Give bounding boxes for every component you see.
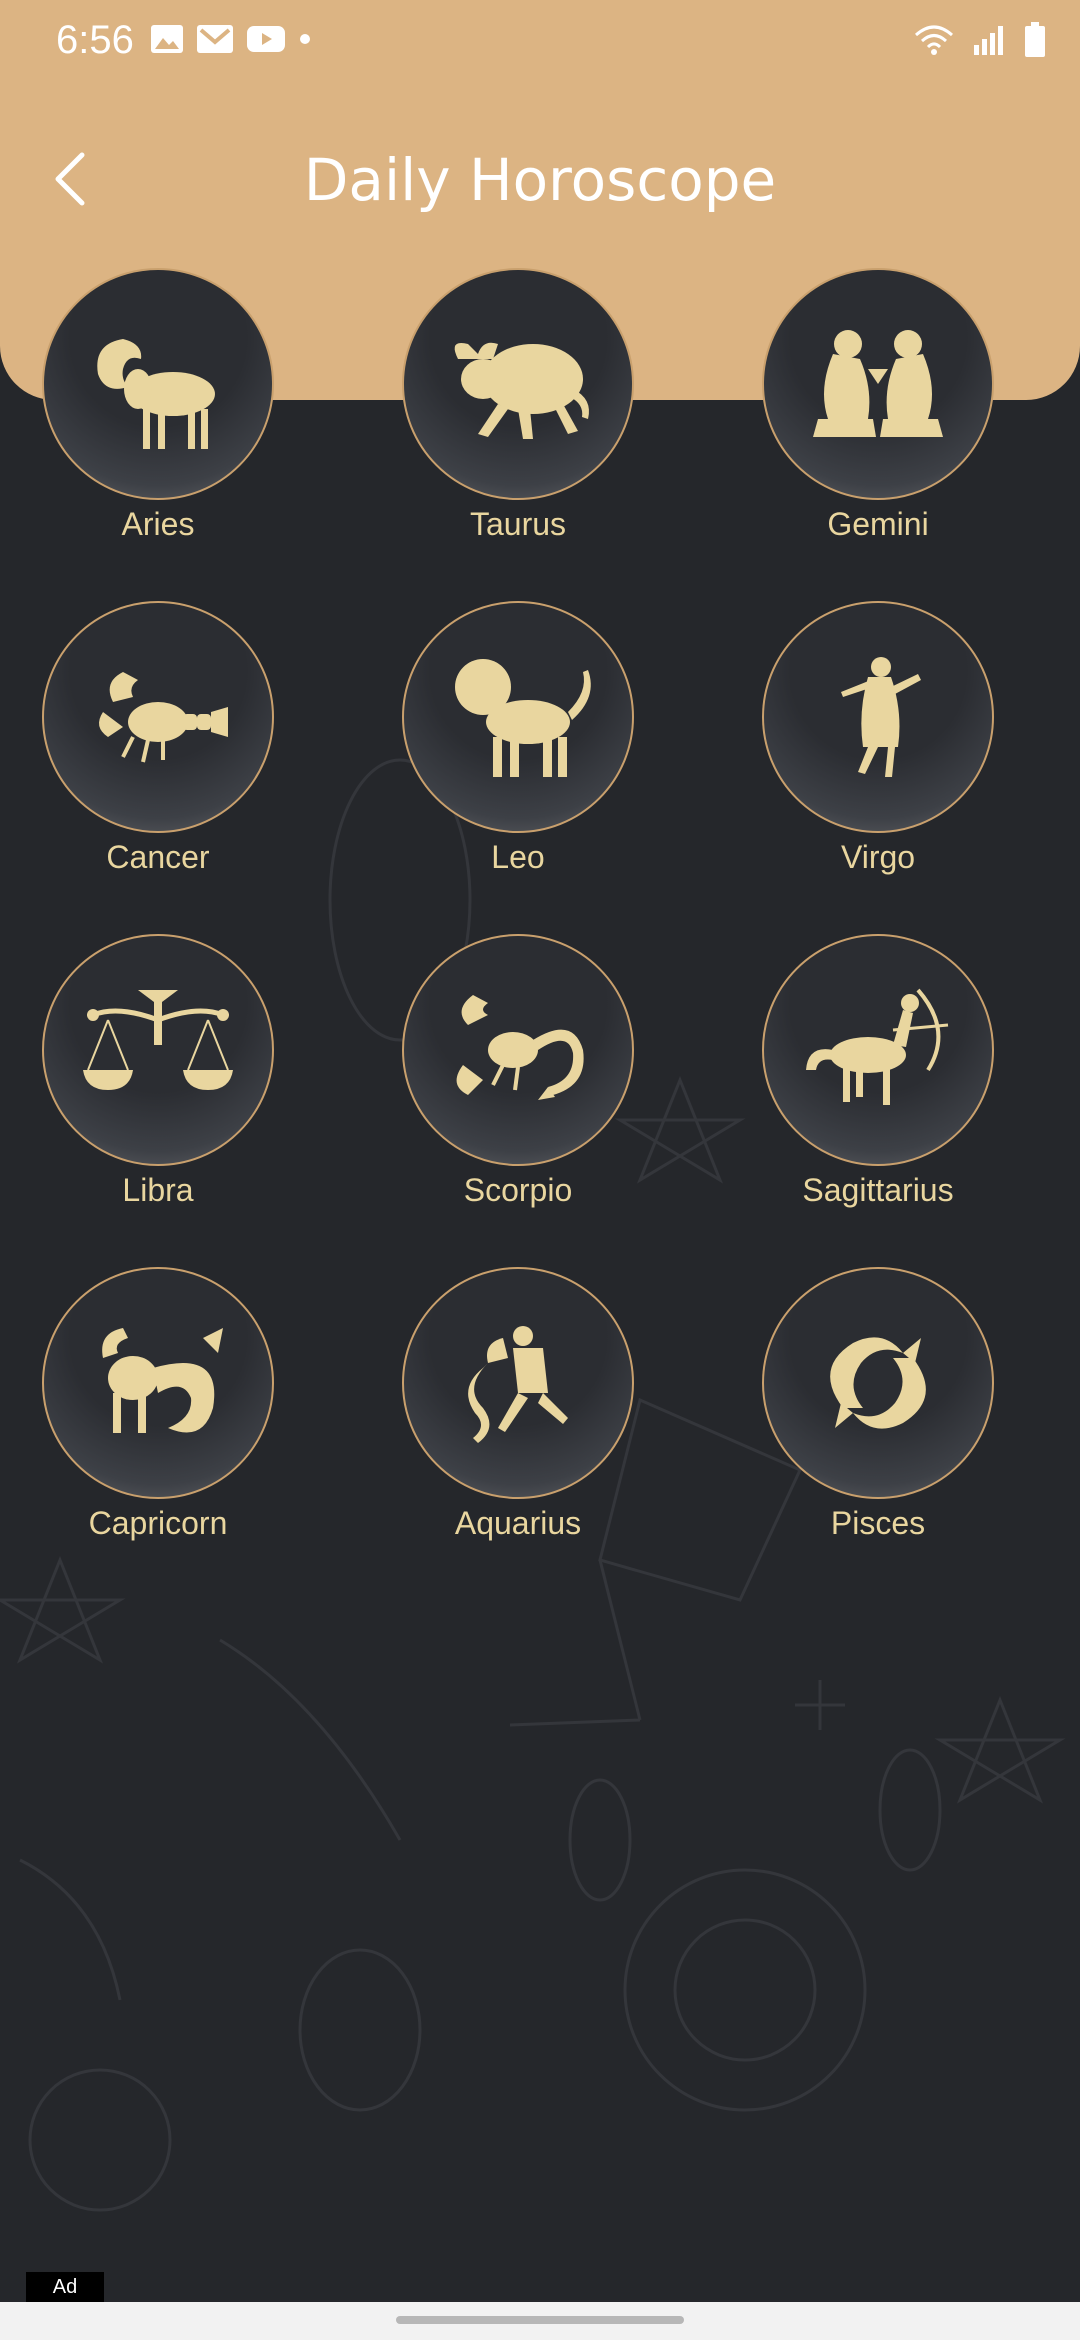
medallion [42,268,274,500]
sign-pisces[interactable]: Pisces [758,1267,998,1557]
sagittarius-archer-icon [806,988,949,1105]
medallion [762,1267,994,1499]
medallion [762,601,994,833]
sign-label: Scorpio [463,1172,573,1208]
leo-lion-icon [455,659,591,777]
medallion [402,268,634,500]
capricorn-goat-icon [102,1328,223,1433]
status-time: 6:56 [56,18,134,62]
taurus-bull-icon [454,342,589,439]
gallery-icon [151,25,183,53]
medallion [42,934,274,1166]
medallion [762,268,994,500]
sign-label: Cancer [106,839,210,875]
pisces-fish-icon [830,1337,926,1429]
sign-label: Leo [491,839,545,875]
ad-badge[interactable]: Ad [26,2272,104,2302]
page-title: Daily Horoscope [303,146,777,214]
medallion [402,934,634,1166]
sign-capricorn[interactable]: Capricorn [38,1267,278,1557]
aquarius-water-bearer-icon [468,1326,568,1443]
wifi-icon [915,25,953,55]
status-bar: 6:56 [0,0,1080,84]
sign-aries[interactable]: Aries [38,268,278,558]
notification-icons [150,24,312,54]
battery-icon [1025,22,1045,57]
gemini-twins-icon [813,330,943,437]
sign-aquarius[interactable]: Aquarius [398,1267,638,1557]
sign-label: Taurus [469,506,567,542]
sign-label: Gemini [827,506,929,542]
libra-scales-icon [83,990,233,1090]
home-handle[interactable] [396,2316,684,2324]
medallion [762,934,994,1166]
sign-libra[interactable]: Libra [38,934,278,1224]
sign-taurus[interactable]: Taurus [398,268,638,558]
sign-label: Virgo [840,839,916,875]
sign-label: Sagittarius [802,1172,954,1208]
sign-label: Aries [121,506,195,542]
scorpio-scorpion-icon [456,995,584,1100]
sign-label: Pisces [830,1505,926,1541]
medallion [42,1267,274,1499]
cancer-crab-icon [99,672,228,763]
sign-gemini[interactable]: Gemini [758,268,998,558]
aries-ram-icon [97,339,215,449]
medallion [402,1267,634,1499]
medallion [402,601,634,833]
medallion [42,601,274,833]
gmail-icon [197,25,233,53]
sign-label: Capricorn [88,1505,228,1541]
virgo-maiden-icon [841,657,921,777]
dot-icon [300,34,310,44]
sign-label: Aquarius [454,1505,582,1541]
youtube-icon [247,26,285,52]
system-icons [914,22,1046,58]
sign-scorpio[interactable]: Scorpio [398,934,638,1224]
sign-virgo[interactable]: Virgo [758,601,998,891]
sign-leo[interactable]: Leo [398,601,638,891]
sign-sagittarius[interactable]: Sagittarius [758,934,998,1224]
signal-icon [974,26,1003,55]
sign-cancer[interactable]: Cancer [38,601,278,891]
sign-label: Libra [122,1172,194,1208]
navigation-bar [0,2302,1080,2340]
